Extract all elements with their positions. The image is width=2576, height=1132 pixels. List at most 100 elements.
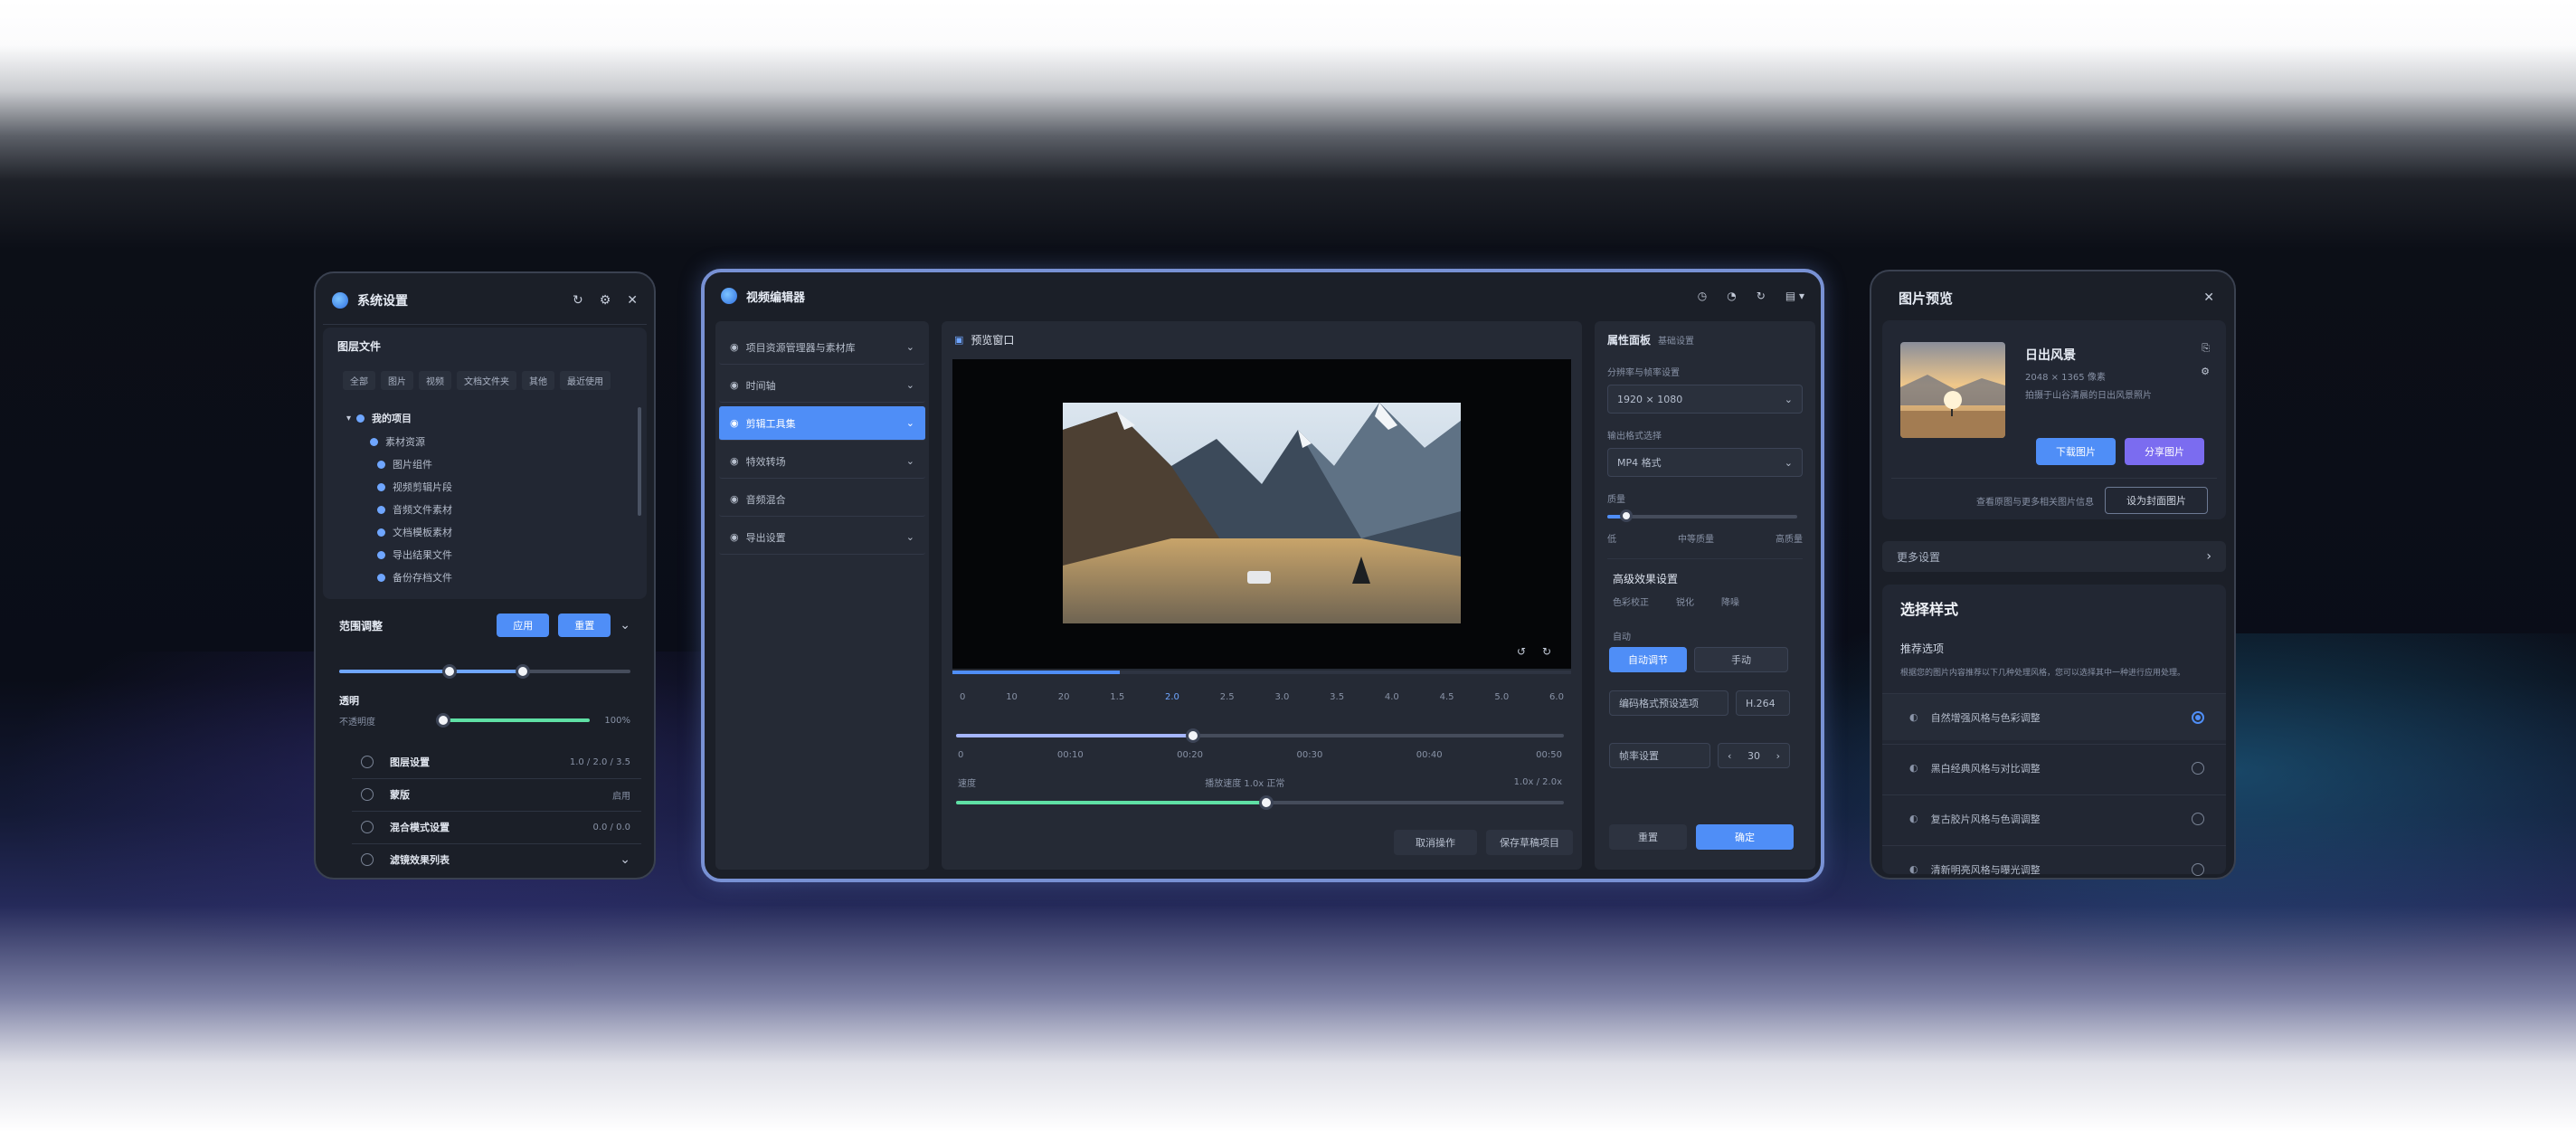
settings-row[interactable]: 混合模式设置 0.0 / 0.0 bbox=[361, 820, 630, 834]
speed-slider[interactable] bbox=[956, 794, 1564, 812]
timeline-tick[interactable]: 4.5 bbox=[1440, 692, 1454, 702]
effect-sharpen[interactable]: 锐化 bbox=[1676, 595, 1694, 608]
scrollbar[interactable] bbox=[638, 407, 641, 516]
tree-item[interactable]: 文档模板素材 bbox=[377, 525, 452, 539]
quality-slider[interactable] bbox=[1607, 508, 1797, 526]
playback-progress[interactable] bbox=[952, 671, 1571, 674]
video-viewport[interactable]: ↺ ↻ bbox=[952, 359, 1571, 669]
quality-knob[interactable] bbox=[1620, 509, 1633, 522]
timeline-tick[interactable]: 1.5 bbox=[1110, 692, 1124, 702]
style-option[interactable]: ◐ 黑白经典风格与对比调整 bbox=[1882, 744, 2226, 791]
tree-item[interactable]: 图片组件 bbox=[377, 457, 432, 471]
codec-select[interactable]: 编码格式预设选项 bbox=[1609, 690, 1728, 716]
replay-icon[interactable]: ↺ bbox=[1517, 645, 1526, 658]
filter-chip-recent[interactable]: 最近使用 bbox=[560, 371, 611, 390]
opacity-slider[interactable] bbox=[435, 713, 591, 728]
settings-row[interactable]: 蒙版 启用 bbox=[361, 787, 630, 802]
link-icon[interactable]: ⎘ bbox=[2202, 342, 2210, 355]
tree-item[interactable]: 导出结果文件 bbox=[377, 547, 452, 562]
minus-icon[interactable]: ‹ bbox=[1728, 750, 1731, 762]
sidebar-item[interactable]: ◉ 时间轴 ⌄ bbox=[719, 368, 925, 403]
timeline-tick[interactable]: 20 bbox=[1058, 692, 1070, 702]
close-icon[interactable]: ✕ bbox=[627, 293, 638, 308]
apply-button[interactable]: 应用 bbox=[497, 614, 550, 637]
effect-color[interactable]: 色彩校正 bbox=[1613, 595, 1649, 608]
history-icon[interactable]: ◷ bbox=[1698, 290, 1707, 302]
sidebar-item[interactable]: ◉ 项目资源管理器与素材库 ⌄ bbox=[719, 330, 925, 365]
range-slider[interactable] bbox=[339, 662, 630, 680]
resolution-select[interactable]: 1920 × 1080 ⌄ bbox=[1607, 385, 1803, 414]
more-settings-row[interactable]: 更多设置 › bbox=[1882, 541, 2226, 572]
filter-chip-videos[interactable]: 视频 bbox=[419, 371, 451, 390]
sidebar-item[interactable]: ◉ 导出设置 ⌄ bbox=[719, 520, 925, 555]
share-button[interactable]: 分享图片 bbox=[2125, 438, 2204, 465]
effect-denoise[interactable]: 降噪 bbox=[1721, 595, 1739, 608]
sync-icon[interactable]: ↻ bbox=[1757, 290, 1766, 302]
filter-chip-images[interactable]: 图片 bbox=[381, 371, 413, 390]
timeline-tick[interactable]: 5.0 bbox=[1494, 692, 1509, 702]
radio-button[interactable] bbox=[2192, 812, 2204, 825]
radio-button[interactable] bbox=[2192, 710, 2204, 724]
opacity-knob[interactable] bbox=[435, 713, 450, 728]
toggle-auto[interactable]: 自动调节 bbox=[1609, 647, 1687, 672]
checkbox-icon[interactable] bbox=[361, 853, 374, 866]
file-name: 日出风景 bbox=[2025, 348, 2076, 363]
settings-row[interactable]: 滤镜效果列表 ⌄ bbox=[361, 852, 630, 867]
sidebar-item[interactable]: ◉ 特效转场 ⌄ bbox=[719, 444, 925, 479]
timeline-tick[interactable]: 2.0 bbox=[1165, 692, 1179, 702]
tree-root[interactable]: ▾ 我的项目 bbox=[346, 411, 412, 425]
refresh-icon[interactable]: ↻ bbox=[573, 293, 583, 308]
close-icon[interactable]: ✕ bbox=[2203, 290, 2214, 305]
tree-item[interactable]: 视频剪辑片段 bbox=[377, 480, 452, 494]
style-option[interactable]: ◐ 自然增强风格与色彩调整 bbox=[1882, 693, 2226, 740]
timeline-tick[interactable]: 4.0 bbox=[1385, 692, 1399, 702]
radio-button[interactable] bbox=[2192, 862, 2204, 876]
style-option[interactable]: ◐ 复古胶片风格与色调调整 bbox=[1882, 794, 2226, 842]
timeline-tick[interactable]: 3.5 bbox=[1330, 692, 1344, 702]
cancel-button[interactable]: 取消操作 bbox=[1394, 830, 1477, 855]
settings-icon[interactable]: ⚙ bbox=[600, 293, 611, 308]
plus-icon[interactable]: › bbox=[1776, 750, 1780, 762]
filter-chip-folders[interactable]: 文档文件夹 bbox=[457, 371, 516, 390]
filter-chip-all[interactable]: 全部 bbox=[343, 371, 375, 390]
timeline-tick[interactable]: 2.5 bbox=[1220, 692, 1235, 702]
filter-chip-other[interactable]: 其他 bbox=[522, 371, 554, 390]
sidebar-item[interactable]: ◉ 剪辑工具集 ⌄ bbox=[719, 406, 925, 441]
checkbox-icon[interactable] bbox=[361, 756, 374, 768]
speed-knob[interactable] bbox=[1258, 795, 1274, 810]
format-select[interactable]: MP4 格式 ⌄ bbox=[1607, 448, 1803, 477]
toggle-manual[interactable]: 手动 bbox=[1694, 647, 1788, 672]
checkbox-icon[interactable] bbox=[361, 821, 374, 833]
reset-button[interactable]: 重置 bbox=[558, 614, 611, 637]
set-cover-button[interactable]: 设为封面图片 bbox=[2105, 487, 2208, 514]
more-info-link[interactable]: 查看原图与更多相关图片信息 bbox=[1976, 494, 2094, 508]
radio-button[interactable] bbox=[2192, 761, 2204, 775]
props-reset-button[interactable]: 重置 bbox=[1609, 824, 1687, 850]
timeline-tick[interactable]: 0 bbox=[960, 692, 965, 702]
codec-value[interactable]: H.264 bbox=[1736, 690, 1790, 716]
tree-item[interactable]: 备份存档文件 bbox=[377, 570, 452, 585]
image-thumbnail[interactable] bbox=[1900, 342, 2005, 438]
timeline-tick[interactable]: 3.0 bbox=[1274, 692, 1289, 702]
checkbox-icon[interactable] bbox=[361, 788, 374, 801]
tree-item[interactable]: 素材资源 bbox=[370, 434, 425, 449]
style-option[interactable]: ◐ 清新明亮风格与曝光调整 bbox=[1882, 845, 2226, 878]
timeline-tick[interactable]: 6.0 bbox=[1549, 692, 1564, 702]
layout-menu-icon[interactable]: ▤ ▾ bbox=[1785, 290, 1804, 302]
tree-item[interactable]: 音频文件素材 bbox=[377, 502, 452, 517]
props-confirm-button[interactable]: 确定 bbox=[1696, 824, 1794, 850]
settings-row[interactable]: 图层设置 1.0 / 2.0 / 3.5 bbox=[361, 755, 630, 769]
notification-icon[interactable]: ◔ bbox=[1727, 290, 1736, 302]
scrub-slider[interactable] bbox=[956, 727, 1564, 745]
framerate-stepper[interactable]: ‹ 30 › bbox=[1718, 743, 1790, 768]
scrub-knob[interactable] bbox=[1186, 728, 1201, 743]
save-draft-button[interactable]: 保存草稿项目 bbox=[1486, 830, 1573, 855]
sidebar-item[interactable]: ◉ 音频混合 bbox=[719, 482, 925, 517]
range-knob-start[interactable] bbox=[442, 664, 458, 679]
settings-icon[interactable]: ⚙ bbox=[2201, 366, 2210, 377]
download-button[interactable]: 下载图片 bbox=[2036, 438, 2116, 465]
timeline-tick[interactable]: 10 bbox=[1006, 692, 1018, 702]
loop-icon[interactable]: ↻ bbox=[1542, 645, 1551, 658]
chevron-down-icon[interactable]: ⌄ bbox=[620, 618, 630, 633]
range-knob-end[interactable] bbox=[515, 664, 530, 679]
